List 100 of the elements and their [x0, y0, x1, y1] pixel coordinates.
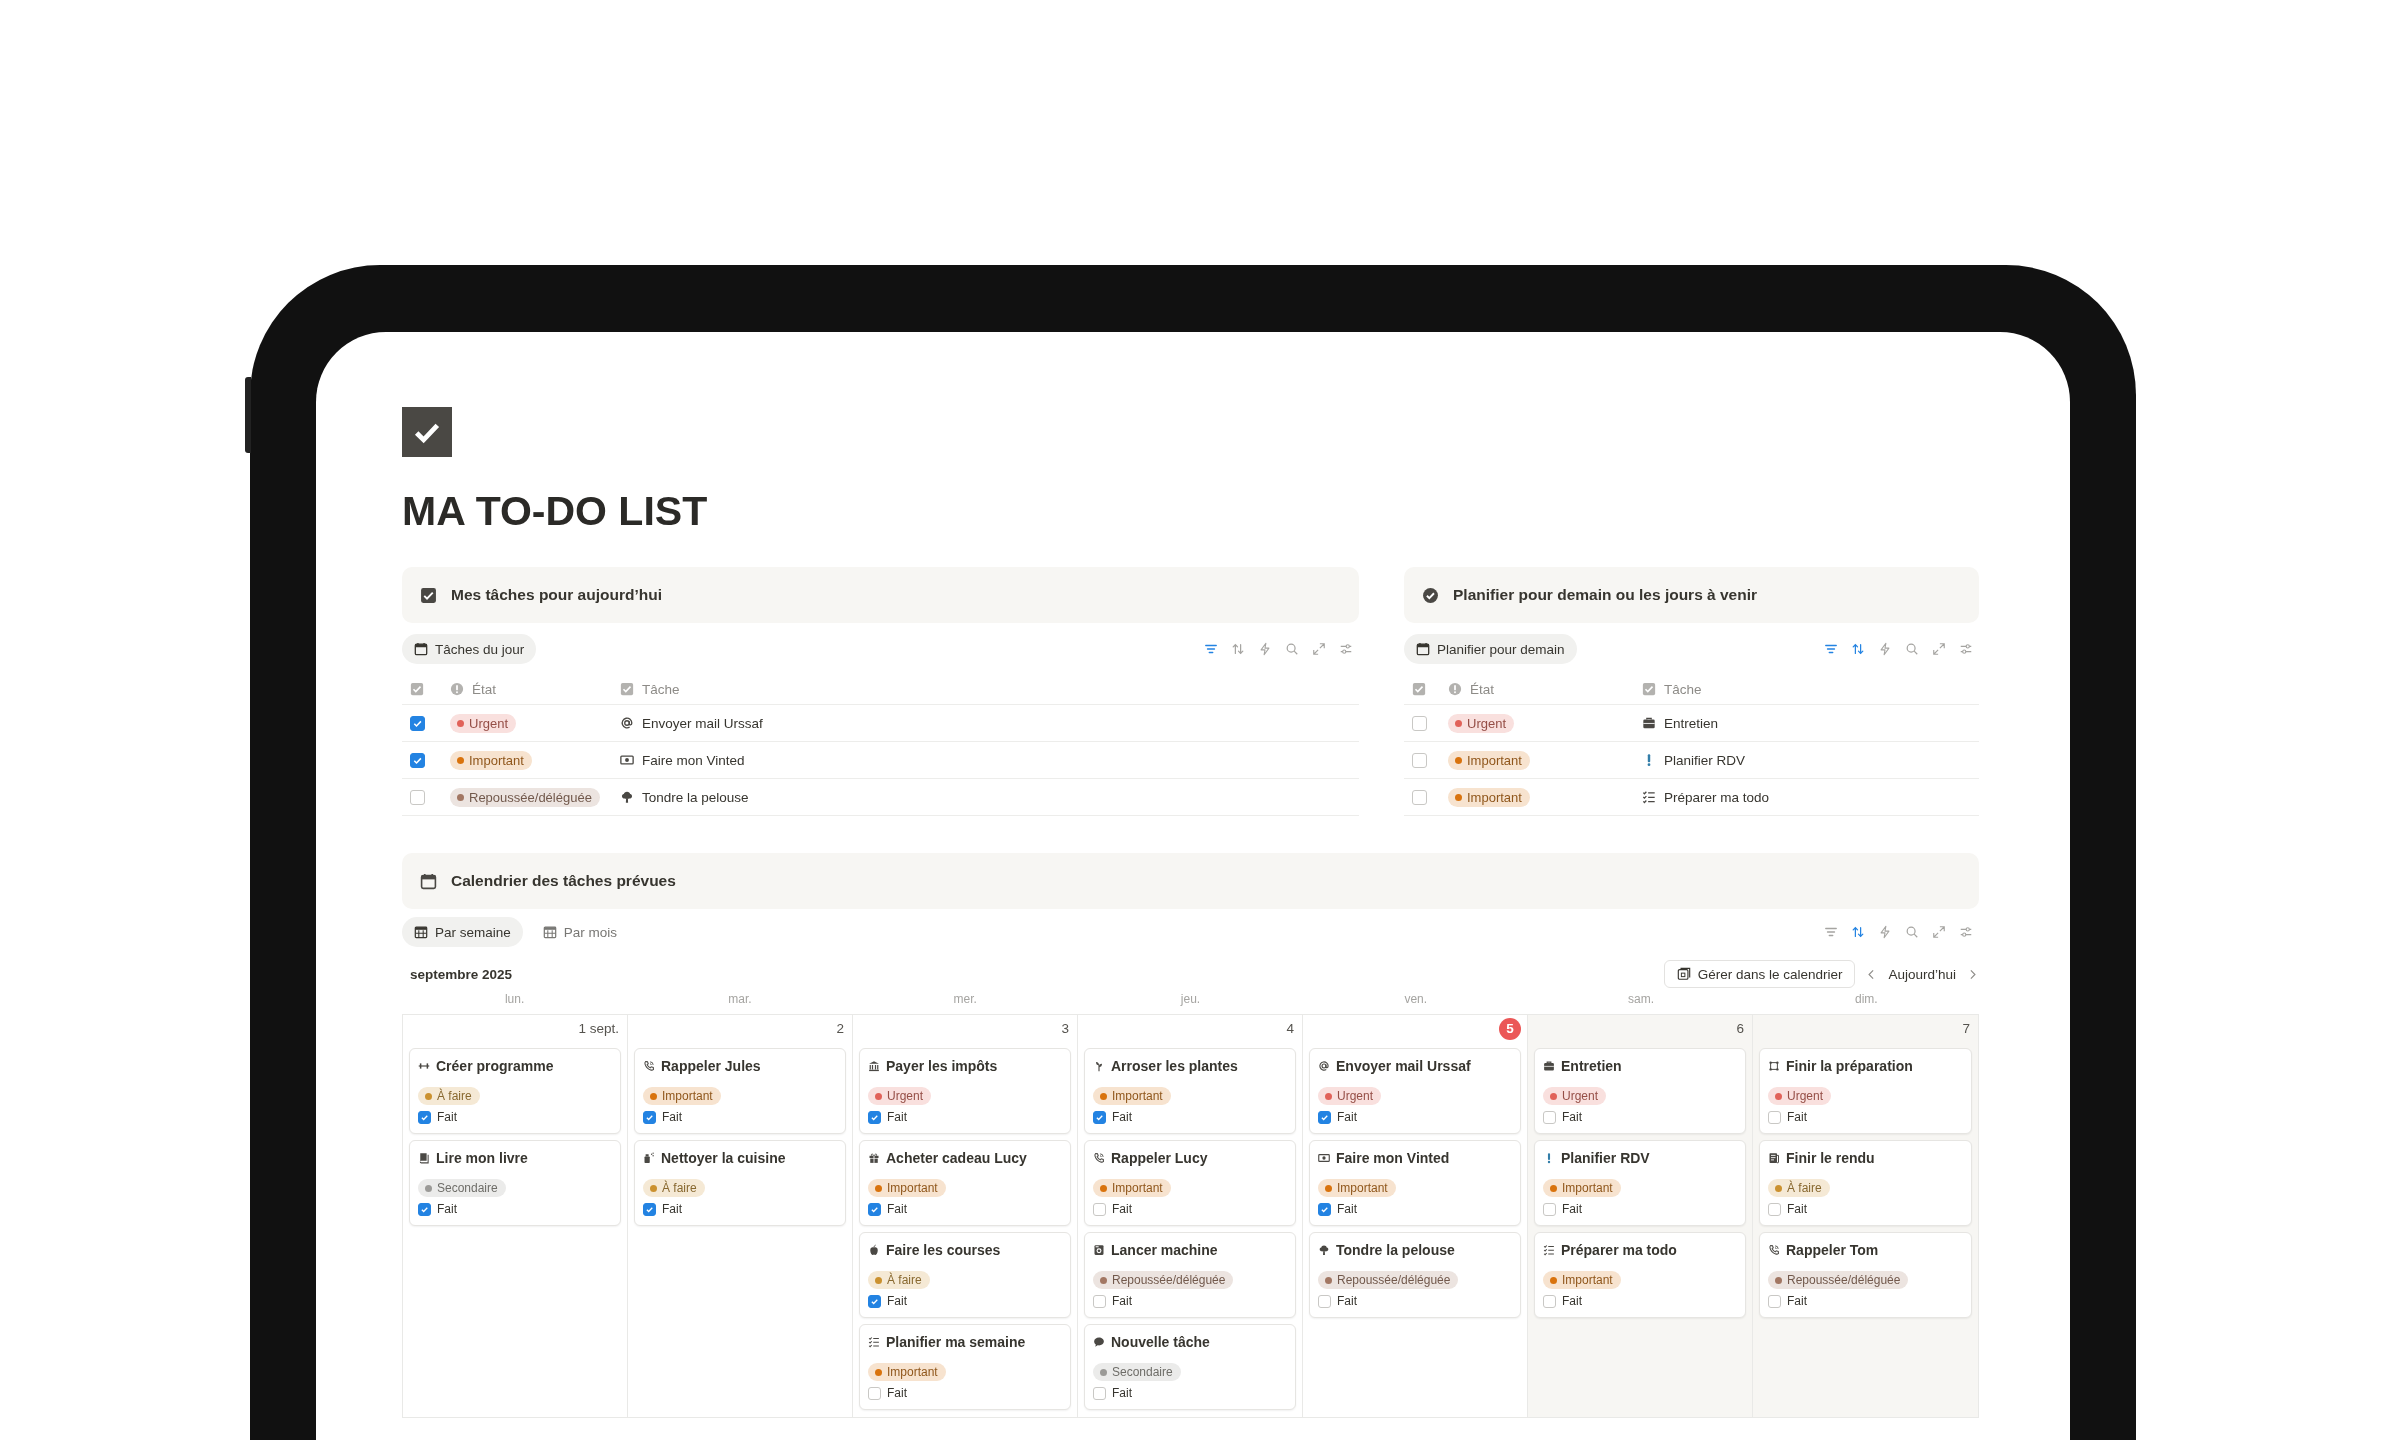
status-label: Urgent — [1787, 1089, 1824, 1103]
sliders-icon[interactable] — [1959, 642, 1973, 656]
filter-icon[interactable] — [1824, 642, 1838, 656]
sliders-icon[interactable] — [1959, 925, 1973, 939]
checkbox[interactable] — [868, 1202, 881, 1216]
task-title[interactable]: Planifier RDV — [1664, 752, 1746, 768]
task-card[interactable]: Nettoyer la cuisine À faire Fait — [634, 1140, 846, 1226]
task-card[interactable]: Acheter cadeau Lucy Important Fait — [859, 1140, 1071, 1226]
search-icon[interactable] — [1905, 925, 1919, 939]
checkbox[interactable] — [1318, 1110, 1331, 1124]
checkbox[interactable] — [868, 1110, 881, 1124]
checkbox[interactable] — [1318, 1202, 1331, 1216]
status-label: Urgent — [1562, 1089, 1599, 1103]
check-circle-icon — [1422, 586, 1439, 604]
status-label: Important — [887, 1181, 938, 1195]
task-card[interactable]: Tondre la pelouse Repoussée/déléguée Fait — [1309, 1232, 1521, 1318]
task-title[interactable]: Préparer ma todo — [1664, 789, 1770, 805]
expand-icon[interactable] — [1932, 925, 1946, 939]
task-title[interactable]: Tondre la pelouse — [642, 789, 749, 805]
done-label: Fait — [1337, 1294, 1357, 1308]
view-tab[interactable]: Planifier pour demain — [1404, 634, 1577, 664]
task-title[interactable]: Faire mon Vinted — [642, 752, 745, 768]
view-tab[interactable]: Par mois — [530, 917, 630, 947]
task-card[interactable]: Rappeler Lucy Important Fait — [1084, 1140, 1296, 1226]
checkbox[interactable] — [1543, 1294, 1556, 1308]
checkbox[interactable] — [1412, 752, 1427, 768]
sort-icon[interactable] — [1851, 642, 1865, 656]
done-label: Fait — [437, 1110, 457, 1124]
checkbox[interactable] — [643, 1110, 656, 1124]
checkbox[interactable] — [868, 1386, 881, 1400]
view-tab[interactable]: Par semaine — [402, 917, 523, 947]
calendar-icon — [414, 642, 428, 656]
expand-icon[interactable] — [1312, 642, 1326, 656]
tree-icon — [1318, 1244, 1330, 1256]
checkbox[interactable] — [1093, 1294, 1106, 1308]
checkbox[interactable] — [410, 752, 425, 768]
status-label: Important — [1467, 789, 1522, 805]
checkbox[interactable] — [1412, 715, 1427, 731]
today-button[interactable]: Aujourd’hui — [1888, 966, 1956, 982]
search-icon[interactable] — [1285, 642, 1299, 656]
task-card[interactable]: Planifier RDV Important Fait — [1534, 1140, 1746, 1226]
checkbox[interactable] — [1093, 1386, 1106, 1400]
checkbox[interactable] — [418, 1110, 431, 1124]
task-card[interactable]: Rappeler Jules Important Fait — [634, 1048, 846, 1134]
status-label: Important — [1467, 752, 1522, 768]
task-card[interactable]: Envoyer mail Urssaf Urgent Fait — [1309, 1048, 1521, 1134]
task-card[interactable]: Faire les courses À faire Fait — [859, 1232, 1071, 1318]
status-label: Secondaire — [437, 1181, 498, 1195]
checkbox[interactable] — [418, 1202, 431, 1216]
task-card[interactable]: Planifier ma semaine Important Fait — [859, 1324, 1071, 1410]
checkbox[interactable] — [643, 1202, 656, 1216]
checkbox[interactable] — [1412, 789, 1427, 805]
task-card[interactable]: Payer les impôts Urgent Fait — [859, 1048, 1071, 1134]
search-icon[interactable] — [1905, 642, 1919, 656]
checkbox[interactable] — [410, 789, 425, 805]
lightning-icon[interactable] — [1258, 642, 1272, 656]
task-card[interactable]: Créer programme À faire Fait — [409, 1048, 621, 1134]
checkbox[interactable] — [868, 1294, 881, 1308]
checkbox[interactable] — [410, 715, 425, 731]
task-title[interactable]: Entretien — [1664, 715, 1719, 731]
lightning-icon[interactable] — [1878, 925, 1892, 939]
checkbox[interactable] — [1768, 1202, 1781, 1216]
column-header[interactable]: Tâche — [642, 681, 680, 697]
task-title: Nouvelle tâche — [1111, 1334, 1210, 1350]
task-card[interactable]: Entretien Urgent Fait — [1534, 1048, 1746, 1134]
sort-icon[interactable] — [1231, 642, 1245, 656]
task-card[interactable]: Finir la préparation Urgent Fait — [1759, 1048, 1972, 1134]
checkbox[interactable] — [1543, 1110, 1556, 1124]
task-card[interactable]: Finir le rendu À faire Fait — [1759, 1140, 1972, 1226]
task-card[interactable]: Préparer ma todo Important Fait — [1534, 1232, 1746, 1318]
checkbox[interactable] — [1768, 1294, 1781, 1308]
checkbox[interactable] — [1543, 1202, 1556, 1216]
checkbox[interactable] — [1318, 1294, 1331, 1308]
task-title: Acheter cadeau Lucy — [886, 1150, 1027, 1166]
done-label: Fait — [1112, 1202, 1132, 1216]
day-number: 2 — [836, 1021, 844, 1036]
done-label: Fait — [1562, 1110, 1582, 1124]
sort-icon[interactable] — [1851, 925, 1865, 939]
lightning-icon[interactable] — [1878, 642, 1892, 656]
view-tab[interactable]: Tâches du jour — [402, 634, 537, 664]
expand-icon[interactable] — [1932, 642, 1946, 656]
done-label: Fait — [887, 1202, 907, 1216]
filter-icon[interactable] — [1204, 642, 1218, 656]
task-title[interactable]: Envoyer mail Urssaf — [642, 715, 763, 731]
task-card[interactable]: Lire mon livre Secondaire Fait — [409, 1140, 621, 1226]
task-card[interactable]: Nouvelle tâche Secondaire Fait — [1084, 1324, 1296, 1410]
manage-calendar-button[interactable]: Gérer dans le calendrier — [1663, 960, 1856, 988]
done-label: Fait — [1562, 1294, 1582, 1308]
bank-icon — [868, 1060, 880, 1072]
sliders-icon[interactable] — [1339, 642, 1353, 656]
checklist-icon — [1543, 1244, 1555, 1256]
task-card[interactable]: Lancer machine Repoussée/déléguée Fait — [1084, 1232, 1296, 1318]
task-card[interactable]: Arroser les plantes Important Fait — [1084, 1048, 1296, 1134]
checkbox[interactable] — [1768, 1110, 1781, 1124]
column-header[interactable]: Tâche — [1664, 681, 1702, 697]
task-card[interactable]: Rappeler Tom Repoussée/déléguée Fait — [1759, 1232, 1972, 1318]
task-card[interactable]: Faire mon Vinted Important Fait — [1309, 1140, 1521, 1226]
checkbox[interactable] — [1093, 1110, 1106, 1124]
filter-icon[interactable] — [1824, 925, 1838, 939]
checkbox[interactable] — [1093, 1202, 1106, 1216]
